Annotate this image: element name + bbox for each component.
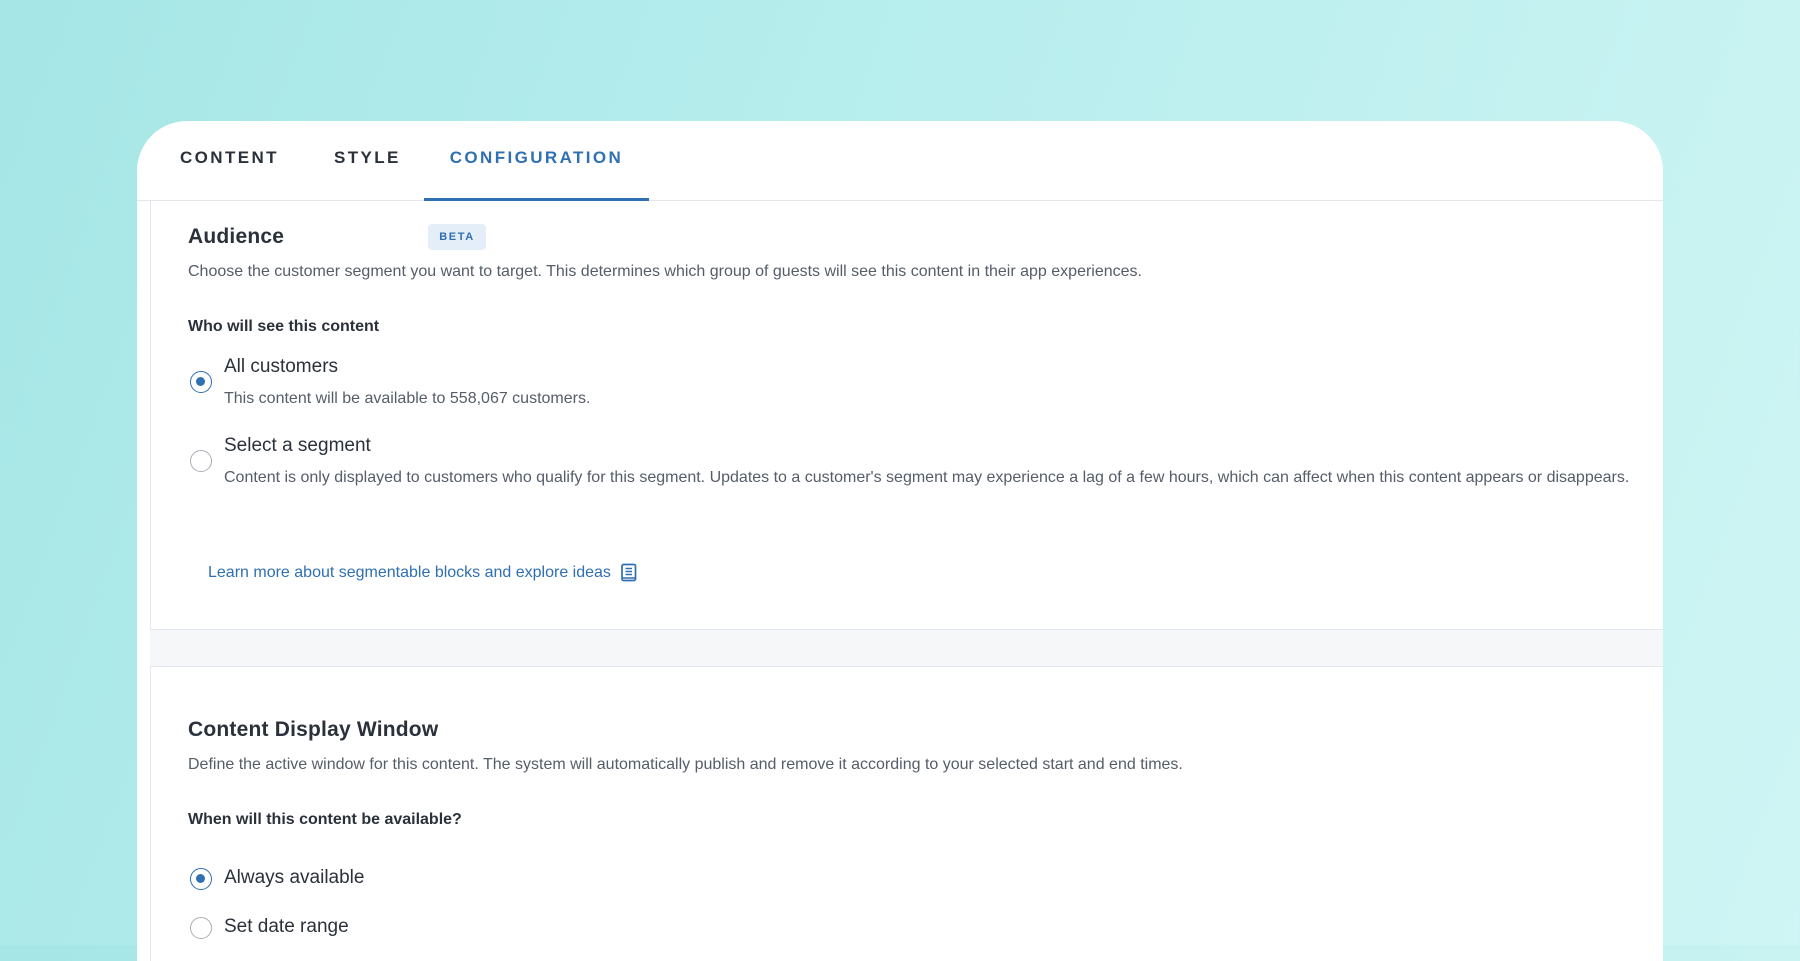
audience-description: Choose the customer segment you want to … bbox=[188, 263, 1142, 280]
display-window-title: Content Display Window bbox=[188, 718, 439, 741]
all-customers-help: This content will be available to 558,06… bbox=[224, 390, 591, 407]
tab-style[interactable]: STYLE bbox=[334, 148, 401, 200]
tab-configuration[interactable]: CONFIGURATION bbox=[424, 148, 649, 201]
book-icon bbox=[621, 563, 637, 582]
display-window-description: Define the active window for this conten… bbox=[188, 756, 1183, 773]
all-customers-radio[interactable] bbox=[190, 371, 212, 393]
audience-question: Who will see this content bbox=[188, 318, 380, 335]
display-window-section: Content Display Window Define the active… bbox=[150, 666, 1663, 961]
select-segment-help: Content is only displayed to customers w… bbox=[224, 469, 1630, 486]
always-available-radio[interactable] bbox=[190, 868, 212, 890]
tab-content[interactable]: CONTENT bbox=[180, 148, 279, 200]
display-window-question: When will this content be available? bbox=[188, 811, 462, 828]
audience-title: Audience bbox=[188, 225, 285, 248]
configuration-panel: CONTENT STYLE CONFIGURATION Audience BET… bbox=[137, 121, 1663, 961]
tab-bar: CONTENT STYLE CONFIGURATION bbox=[137, 121, 1663, 201]
learn-more-label[interactable]: Learn more about segmentable blocks and … bbox=[208, 564, 611, 582]
all-customers-label[interactable]: All customers bbox=[224, 356, 338, 378]
set-date-range-radio[interactable] bbox=[190, 917, 212, 939]
always-available-label[interactable]: Always available bbox=[224, 867, 364, 889]
learn-more-link[interactable]: Learn more about segmentable blocks and … bbox=[208, 563, 638, 583]
beta-badge: BETA bbox=[428, 224, 486, 250]
select-segment-radio[interactable] bbox=[190, 450, 212, 472]
set-date-range-label[interactable]: Set date range bbox=[224, 916, 349, 938]
select-segment-label[interactable]: Select a segment bbox=[224, 435, 371, 457]
audience-section: Audience BETA Choose the customer segmen… bbox=[150, 201, 1663, 630]
